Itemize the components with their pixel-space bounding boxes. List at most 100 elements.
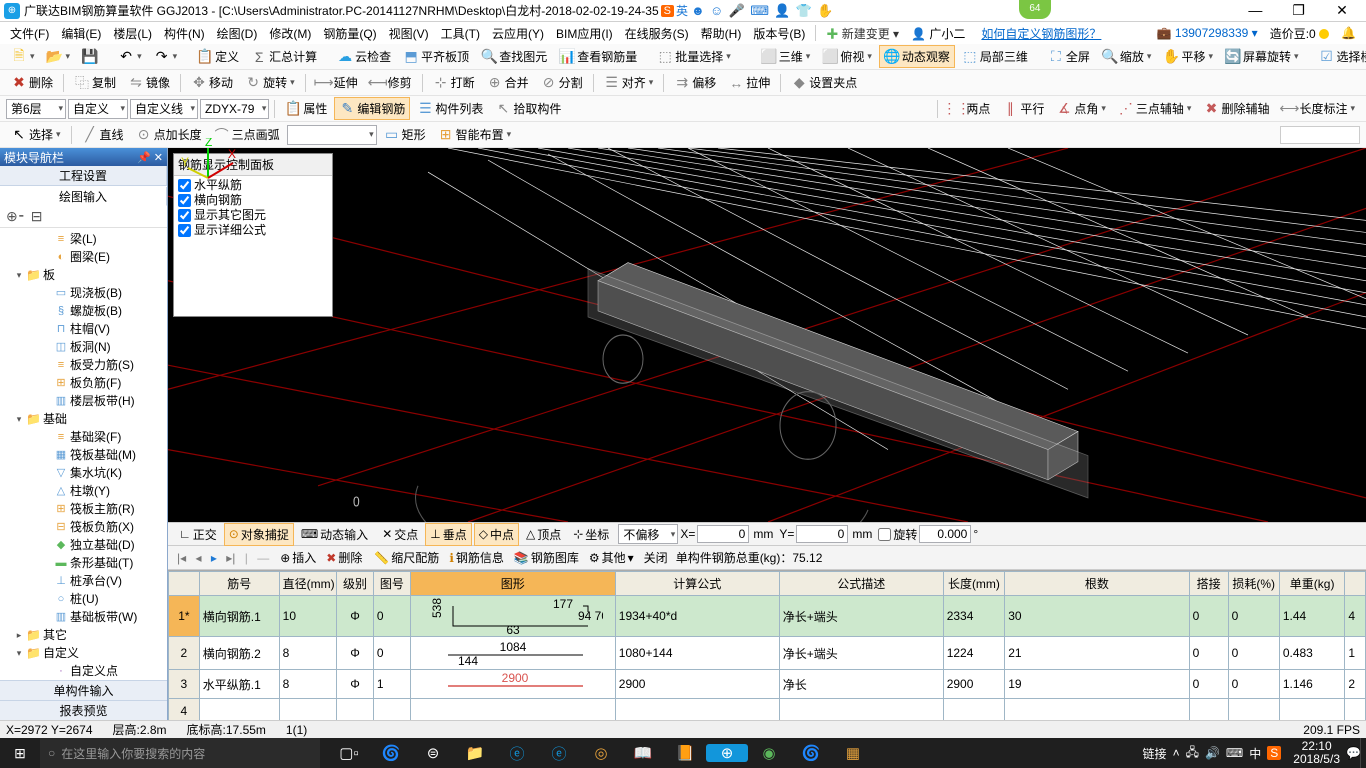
mirror-button[interactable]: ⇋镜像: [123, 71, 175, 94]
taskbar-app-12[interactable]: ▦: [832, 744, 874, 762]
taskbar-app-7[interactable]: 📖: [622, 744, 664, 762]
update-badge[interactable]: 64: [1019, 0, 1051, 19]
tree-node[interactable]: ▾📁基础: [0, 410, 167, 428]
cloud-check-button[interactable]: ☁云检查: [332, 45, 396, 68]
viewport-3d[interactable]: 0 钢筋显示控制面板 水平纵筋横向钢筋显示其它图元显示详细公式 Z Y X: [168, 148, 1366, 522]
select-floor-button[interactable]: ☑选择楼层: [1314, 45, 1366, 68]
snap-midpoint[interactable]: ◇中点: [474, 523, 519, 546]
fullscreen-button[interactable]: ⛶全屏: [1043, 45, 1095, 68]
floor-combo[interactable]: 第6层: [6, 99, 66, 119]
property-button[interactable]: 📋属性: [280, 97, 332, 120]
task-view-icon[interactable]: ▢▫: [328, 744, 370, 762]
menu-bim[interactable]: BIM应用(I): [552, 25, 617, 42]
delete-axis-button[interactable]: ✖删除辅轴: [1198, 97, 1274, 120]
taskbar-search[interactable]: ○ 在这里输入你要搜索的内容: [40, 738, 320, 768]
snap-intersection[interactable]: ✕交点: [377, 523, 423, 546]
tree-node[interactable]: ▬条形基础(T): [0, 554, 167, 572]
expand-all-icon[interactable]: ⊕⁃: [6, 208, 25, 225]
delete-button[interactable]: ✖删除: [6, 71, 58, 94]
tab-single-member-input[interactable]: 单构件输入: [0, 680, 167, 700]
tab-report-preview[interactable]: 报表预览: [0, 700, 167, 720]
show-desktop-button[interactable]: [1360, 738, 1366, 768]
merge-button[interactable]: ⊕合并: [482, 71, 534, 94]
taskbar-app-8[interactable]: 📙: [664, 744, 706, 762]
insert-row-button[interactable]: ⊕插入: [276, 547, 320, 568]
tree-node[interactable]: ≡基础梁(F): [0, 428, 167, 446]
rotate-button[interactable]: ↻旋转▾: [240, 71, 300, 94]
menu-view[interactable]: 视图(V): [385, 25, 433, 42]
tree-node[interactable]: △柱墩(Y): [0, 482, 167, 500]
offset-mode-combo[interactable]: 不偏移: [618, 524, 678, 544]
local-3d-button[interactable]: ⬚局部三维: [957, 45, 1033, 68]
nav-dash[interactable]: —: [254, 551, 272, 565]
menu-edit[interactable]: 编辑(E): [57, 25, 105, 42]
new-change-button[interactable]: ✚ 新建变更 ▾: [822, 25, 903, 42]
grip-button[interactable]: ◆设置夹点: [786, 71, 862, 94]
redo-button[interactable]: ↷▾: [149, 46, 183, 68]
member-list-button[interactable]: ☰构件列表: [412, 97, 488, 120]
taskbar-app-5[interactable]: ⓔ: [538, 743, 580, 764]
view-top-button[interactable]: ⬜俯视▾: [817, 45, 877, 68]
other-button[interactable]: ⚙其他▾: [585, 547, 638, 568]
snap-coord[interactable]: ⊹坐标: [568, 523, 614, 546]
nav-first[interactable]: |◂: [174, 551, 189, 565]
column-header[interactable]: 长度(mm): [943, 572, 1004, 596]
ime-mic-icon[interactable]: 🎤: [729, 3, 745, 18]
offset-button[interactable]: ⇉偏移: [669, 71, 721, 94]
trim-button[interactable]: ⟻修剪: [365, 71, 417, 94]
column-header[interactable]: 损耗(%): [1228, 572, 1279, 596]
tree-node[interactable]: ▾📁自定义: [0, 644, 167, 662]
split-button[interactable]: ⊘分割: [536, 71, 588, 94]
zoom-button[interactable]: 🔍缩放▾: [1097, 45, 1157, 68]
column-header[interactable]: 公式描述: [779, 572, 943, 596]
column-header[interactable]: 筋号: [199, 572, 279, 596]
column-header[interactable]: 级别: [337, 572, 374, 596]
screen-rotate-button[interactable]: 🔄屏幕旋转▾: [1220, 45, 1304, 68]
menu-modify[interactable]: 修改(M): [265, 25, 315, 42]
help-link[interactable]: 如何自定义钢筋图形？: [977, 25, 1105, 42]
column-header[interactable]: 图号: [373, 572, 410, 596]
tree-node[interactable]: ▥基础板带(W): [0, 608, 167, 626]
system-tray[interactable]: 链接 ˄ 🖧 🔊 ⌨ 中 S: [1137, 743, 1288, 764]
break-button[interactable]: ⊹打断: [428, 71, 480, 94]
tab-project-settings[interactable]: 工程设置: [0, 166, 167, 185]
taskbar-app-2[interactable]: ⊜: [412, 744, 454, 762]
tree-node[interactable]: ⊟筏板负筋(X): [0, 518, 167, 536]
column-header[interactable]: [1345, 572, 1366, 596]
parallel-button[interactable]: ∥平行: [997, 97, 1049, 120]
tray-network-icon[interactable]: 🖧: [1186, 743, 1199, 764]
column-header[interactable]: [169, 572, 200, 596]
account-link[interactable]: 💼 13907298339 ▾: [1153, 26, 1262, 40]
nav-prev[interactable]: ◂: [192, 551, 204, 565]
edit-rebar-button[interactable]: ✎编辑钢筋: [334, 97, 410, 120]
member-combo[interactable]: ZDYX-79: [200, 99, 269, 119]
new-file-button[interactable]: 🗎▾: [6, 46, 40, 68]
taskbar-app-3[interactable]: 📁: [454, 744, 496, 762]
snap-vertex[interactable]: △顶点: [521, 523, 566, 546]
category-combo[interactable]: 自定义: [68, 99, 128, 119]
nav-next[interactable]: ▸|: [223, 551, 238, 565]
ime-user-icon[interactable]: 👤: [774, 3, 790, 18]
save-button[interactable]: 💾: [77, 46, 103, 68]
tree-node[interactable]: ○桩(U): [0, 590, 167, 608]
column-header[interactable]: 搭接: [1189, 572, 1228, 596]
column-header[interactable]: 单重(kg): [1279, 572, 1345, 596]
tree-node[interactable]: ⊞板负筋(F): [0, 374, 167, 392]
stretch-button[interactable]: ↔拉伸: [723, 71, 775, 94]
tree-node[interactable]: ▽集水坑(K): [0, 464, 167, 482]
undo-button[interactable]: ↶▾: [113, 46, 147, 68]
batch-select-button[interactable]: ⬚批量选择▾: [652, 45, 736, 68]
tree-node[interactable]: ▦筏板基础(M): [0, 446, 167, 464]
type-combo[interactable]: 自定义线: [130, 99, 198, 119]
member-tree[interactable]: ≡梁(L)◐圈梁(E)▾📁板▭现浇板(B)§螺旋板(B)⊓柱帽(V)◫板洞(N)…: [0, 228, 167, 680]
current-user[interactable]: 👤 广小二: [907, 25, 969, 42]
point-angle-button[interactable]: ∡点角▾: [1051, 97, 1111, 120]
tray-up-icon[interactable]: ˄: [1173, 746, 1180, 760]
taskbar-app-6[interactable]: ◎: [580, 744, 622, 762]
close-button[interactable]: ✕: [1322, 2, 1362, 19]
taskbar-app-10[interactable]: ◉: [748, 744, 790, 762]
ime-indicator[interactable]: S 英 ☻ ☺ 🎤 ⌨ 👤 👕 ✋: [661, 2, 835, 19]
dynamic-view-button[interactable]: 🌐动态观察: [879, 45, 955, 68]
panel-pin-icon[interactable]: 📌 ✕: [137, 151, 163, 164]
ime-face-icon[interactable]: ☻: [691, 3, 705, 18]
